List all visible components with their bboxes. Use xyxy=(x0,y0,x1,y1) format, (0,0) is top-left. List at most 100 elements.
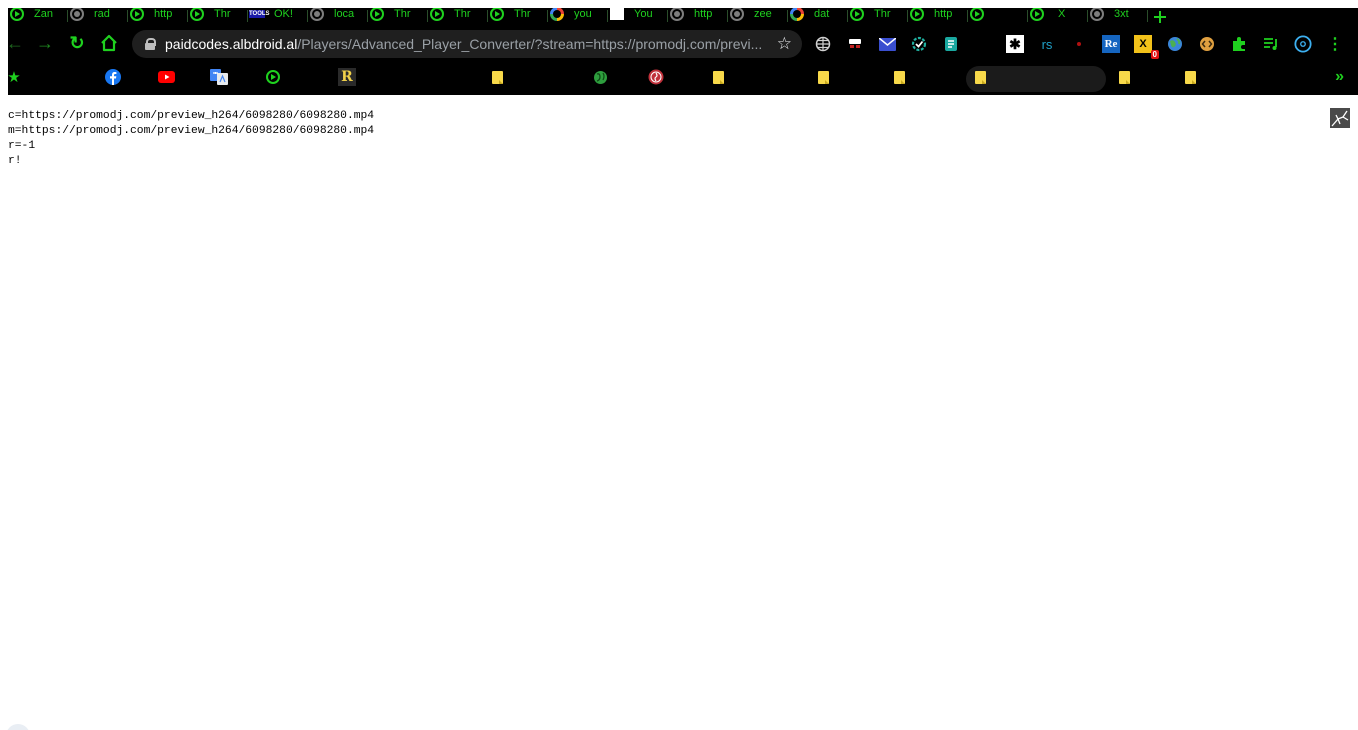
bookmark-star-icon[interactable]: ☆ xyxy=(777,35,792,52)
tab-close-label[interactable]: X xyxy=(1058,8,1072,20)
earth-extension[interactable] xyxy=(1166,35,1184,53)
lock-icon[interactable] xyxy=(145,38,156,50)
asterisk-extension[interactable]: ✱ xyxy=(1006,35,1024,53)
note-icon xyxy=(974,70,986,84)
tab-title: http xyxy=(934,8,953,20)
note-icon xyxy=(712,70,724,84)
tab[interactable]: Thr xyxy=(188,8,248,26)
tab[interactable]: Thr xyxy=(428,8,488,26)
spy-extension[interactable] xyxy=(846,35,864,53)
arrow-right-icon: → xyxy=(36,32,54,53)
bookmarks-overflow-button[interactable]: » xyxy=(1335,68,1344,86)
bookmark-facebook[interactable] xyxy=(104,68,122,86)
play-icon xyxy=(910,8,924,21)
google-translate-icon xyxy=(210,69,228,85)
tab[interactable]: Zan xyxy=(8,8,68,26)
bookmark-note[interactable] xyxy=(814,68,832,86)
play-icon xyxy=(370,8,384,21)
bookmark-note[interactable] xyxy=(1181,68,1199,86)
tab[interactable]: you xyxy=(548,8,608,26)
bookmark-fire[interactable] xyxy=(647,68,665,86)
translate-extension[interactable] xyxy=(942,35,960,53)
tools-icon: TOOLS xyxy=(249,8,270,21)
play-icon xyxy=(130,8,144,21)
tab-title: you xyxy=(574,8,592,20)
bookmark-note[interactable] xyxy=(890,68,908,86)
tab-active[interactable]: X xyxy=(1028,8,1088,26)
note-icon xyxy=(1184,70,1196,84)
back-button[interactable]: ← xyxy=(4,32,26,54)
playlist-icon xyxy=(1264,38,1277,50)
note-icon xyxy=(893,70,905,84)
forward-button[interactable]: → xyxy=(34,32,56,54)
bookmark-r[interactable]: R xyxy=(338,68,356,86)
profile-avatar[interactable] xyxy=(1294,35,1312,53)
tab-title: Thr xyxy=(454,8,471,20)
tab[interactable]: http xyxy=(128,8,188,26)
globe-extension[interactable] xyxy=(814,35,832,53)
tab[interactable]: Thr xyxy=(848,8,908,26)
re-extension[interactable]: Re xyxy=(1102,35,1120,53)
tab[interactable]: http xyxy=(668,8,728,26)
code-extension[interactable] xyxy=(1198,35,1216,53)
tab[interactable]: http xyxy=(908,8,968,26)
tab[interactable]: loca xyxy=(308,8,368,26)
bookmark-translate[interactable] xyxy=(210,68,228,86)
play-icon xyxy=(266,70,280,84)
tab[interactable]: Thr xyxy=(368,8,428,26)
bookmark-note[interactable] xyxy=(488,68,506,86)
globe-icon xyxy=(70,8,84,21)
note-icon xyxy=(491,70,503,84)
bookmark-youtube[interactable] xyxy=(157,68,175,86)
new-tab-button[interactable] xyxy=(1152,8,1168,26)
play-icon xyxy=(190,8,204,21)
tab-title: 3xt xyxy=(1114,8,1129,20)
mail-extension[interactable] xyxy=(878,35,896,53)
extensions-button[interactable] xyxy=(1230,35,1248,53)
bookmark-note[interactable] xyxy=(1115,68,1133,86)
bookmark-globe[interactable] xyxy=(591,68,609,86)
url-text[interactable]: paidcodes.albdroid.al/Players/Advanced_P… xyxy=(165,36,765,52)
google-icon xyxy=(550,8,564,21)
record-dot-icon xyxy=(1077,42,1081,46)
record-extension[interactable] xyxy=(1070,35,1088,53)
tab-strip: Zan rad http Thr TOOLS OK! loca Thr Thr T… xyxy=(8,8,1358,26)
x-icon: X xyxy=(1139,38,1147,50)
home-button[interactable] xyxy=(98,32,120,54)
play-icon xyxy=(1030,8,1044,21)
output-line-r-bang: r! xyxy=(8,155,22,167)
browser-menu-button[interactable]: ⋮ xyxy=(1326,35,1344,53)
media-control-button[interactable] xyxy=(1262,35,1280,53)
tab-title: Thr xyxy=(874,8,891,20)
tab[interactable]: zee xyxy=(728,8,788,26)
tab[interactable]: rad xyxy=(68,8,128,26)
tab[interactable]: TOOLS OK! xyxy=(248,8,308,26)
translate-icon xyxy=(945,37,957,51)
tab-title: http xyxy=(154,8,173,20)
x-extension[interactable]: X0 xyxy=(1134,35,1159,59)
tab[interactable]: 3xt xyxy=(1088,8,1148,26)
bookmark-star[interactable]: ★ xyxy=(5,68,23,86)
play-icon xyxy=(850,8,864,21)
floating-button-peek[interactable] xyxy=(6,724,30,730)
tab[interactable]: You xyxy=(608,8,668,26)
play-icon xyxy=(490,8,504,21)
google-icon xyxy=(790,8,804,21)
tab[interactable]: Thr xyxy=(488,8,548,26)
bookmark-note[interactable] xyxy=(709,68,727,86)
tab-title: Zan xyxy=(34,8,53,20)
address-bar[interactable]: paidcodes.albdroid.al/Players/Advanced_P… xyxy=(132,30,802,58)
bookmark-note[interactable] xyxy=(971,68,989,86)
loading-icon xyxy=(730,8,744,21)
rs-extension[interactable]: rs xyxy=(1038,35,1056,53)
tab-title: Thr xyxy=(394,8,411,20)
globe-icon xyxy=(670,8,684,21)
tab-title: loca xyxy=(334,8,355,20)
corner-extension-widget[interactable] xyxy=(1330,108,1350,128)
tab[interactable] xyxy=(968,8,1028,26)
tab[interactable]: dat xyxy=(788,8,848,26)
bookmark-player[interactable] xyxy=(264,68,282,86)
tab-title: OK! xyxy=(274,8,293,20)
reload-button[interactable]: ↻ xyxy=(66,32,88,54)
check-gear-extension[interactable] xyxy=(910,35,928,53)
